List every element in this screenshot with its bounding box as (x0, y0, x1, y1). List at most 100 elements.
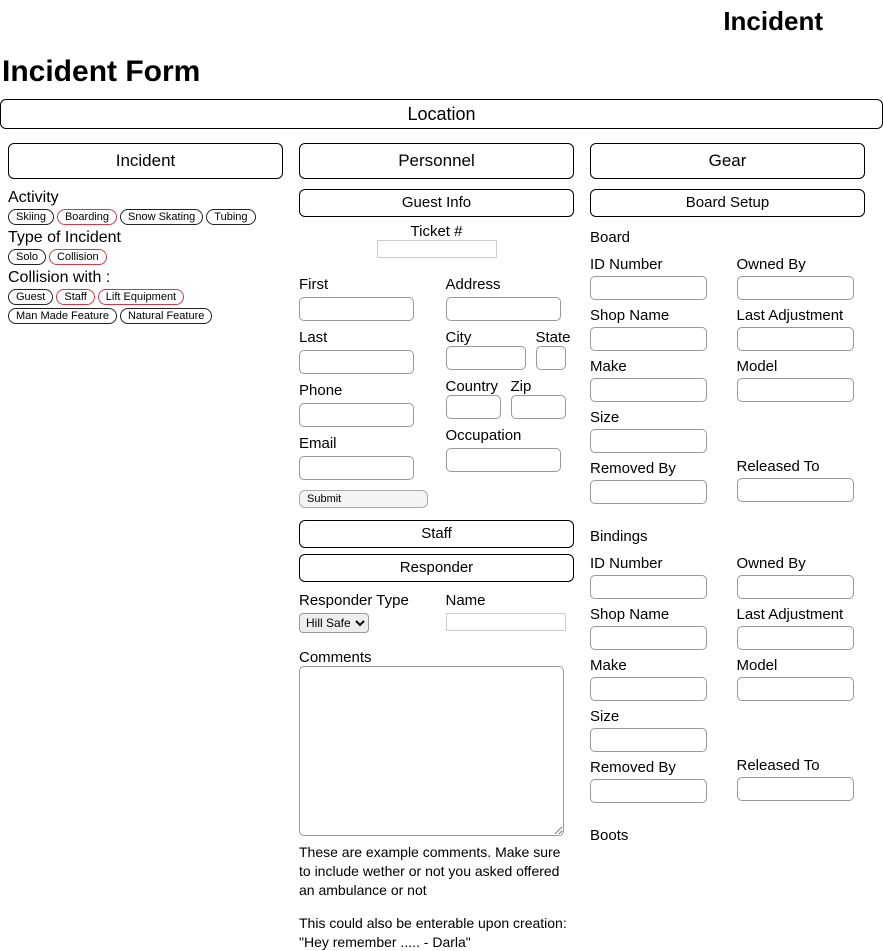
pill-snow-skating[interactable]: Snow Skating (120, 209, 203, 225)
bindings-grid: ID Number Shop Name Make Size Removed By… (590, 551, 865, 803)
board-size-input[interactable] (590, 429, 707, 453)
first-input[interactable] (299, 297, 414, 321)
board-owned-label: Owned By (737, 256, 866, 273)
board-setup-button[interactable]: Board Setup (590, 189, 865, 217)
type-label: Type of Incident (8, 229, 283, 247)
bindings-shop-label: Shop Name (590, 606, 719, 623)
email-label: Email (299, 435, 428, 452)
responder-button[interactable]: Responder (299, 554, 574, 582)
bindings-owned-input[interactable] (737, 575, 854, 599)
phone-label: Phone (299, 382, 428, 399)
city-label: City (446, 329, 526, 346)
location-bar[interactable]: Location (0, 99, 883, 129)
bindings-model-label: Model (737, 657, 866, 674)
board-grid: ID Number Shop Name Make Size Removed By… (590, 252, 865, 504)
collision-label: Collision with : (8, 269, 283, 287)
board-shop-input[interactable] (590, 327, 707, 351)
state-label: State (536, 329, 571, 346)
gear-column: Gear Board Setup Board ID Number Shop Na… (590, 143, 865, 951)
board-model-label: Model (737, 358, 866, 375)
bindings-id-label: ID Number (590, 555, 719, 572)
activity-label: Activity (8, 189, 283, 207)
activity-pills: Skiing Boarding Snow Skating Tubing (8, 209, 283, 225)
last-input[interactable] (299, 350, 414, 374)
zip-input[interactable] (511, 395, 566, 419)
board-id-input[interactable] (590, 276, 707, 300)
phone-input[interactable] (299, 403, 414, 427)
pill-staff[interactable]: Staff (56, 289, 94, 305)
country-input[interactable] (446, 395, 501, 419)
pill-lift-equipment[interactable]: Lift Equipment (98, 289, 184, 305)
boots-title: Boots (590, 827, 865, 844)
board-size-label: Size (590, 409, 719, 426)
board-released-input[interactable] (737, 478, 854, 502)
country-label: Country (446, 378, 501, 395)
responder-name-label: Name (446, 592, 575, 609)
page-title: Incident Form (2, 55, 883, 89)
board-shop-label: Shop Name (590, 307, 719, 324)
pill-collision[interactable]: Collision (49, 249, 107, 265)
bindings-model-input[interactable] (737, 677, 854, 701)
pill-boarding[interactable]: Boarding (57, 209, 117, 225)
bindings-shop-input[interactable] (590, 626, 707, 650)
pill-natural-feature[interactable]: Natural Feature (120, 308, 212, 324)
board-make-input[interactable] (590, 378, 707, 402)
bindings-released-label: Released To (737, 757, 866, 774)
city-input[interactable] (446, 346, 526, 370)
board-released-label: Released To (737, 458, 866, 475)
incident-column: Incident Activity Skiing Boarding Snow S… (8, 143, 283, 951)
board-adj-label: Last Adjustment (737, 307, 866, 324)
bindings-title: Bindings (590, 528, 865, 545)
comments-label: Comments (299, 649, 574, 666)
bindings-id-input[interactable] (590, 575, 707, 599)
bindings-adj-label: Last Adjustment (737, 606, 866, 623)
gear-button[interactable]: Gear (590, 143, 865, 179)
occupation-input[interactable] (446, 448, 561, 472)
personnel-column: Personnel Guest Info Ticket # First Last… (299, 143, 574, 951)
staff-button[interactable]: Staff (299, 520, 574, 548)
comments-note-1: These are example comments. Make sure to… (299, 843, 569, 900)
board-make-label: Make (590, 358, 719, 375)
first-label: First (299, 276, 428, 293)
bindings-size-label: Size (590, 708, 719, 725)
board-removed-input[interactable] (590, 480, 707, 504)
incident-button[interactable]: Incident (8, 143, 283, 179)
pill-guest[interactable]: Guest (8, 289, 53, 305)
bindings-released-input[interactable] (737, 777, 854, 801)
personnel-button[interactable]: Personnel (299, 143, 574, 179)
comments-textarea[interactable] (299, 666, 564, 836)
bindings-owned-label: Owned By (737, 555, 866, 572)
bindings-adj-input[interactable] (737, 626, 854, 650)
collision-pills: Guest Staff Lift Equipment Man Made Feat… (8, 289, 283, 324)
state-input[interactable] (536, 346, 566, 370)
submit-button[interactable]: Submit (299, 490, 428, 508)
board-id-label: ID Number (590, 256, 719, 273)
ticket-label: Ticket # (299, 223, 574, 240)
top-title: Incident (0, 0, 883, 37)
bindings-make-input[interactable] (590, 677, 707, 701)
pill-skiing[interactable]: Skiing (8, 209, 54, 225)
board-adj-input[interactable] (737, 327, 854, 351)
board-model-input[interactable] (737, 378, 854, 402)
occupation-label: Occupation (446, 427, 575, 444)
guest-info-button[interactable]: Guest Info (299, 189, 574, 217)
pill-solo[interactable]: Solo (8, 249, 46, 265)
board-owned-input[interactable] (737, 276, 854, 300)
bindings-removed-input[interactable] (590, 779, 707, 803)
address-label: Address (446, 276, 575, 293)
pill-man-made-feature[interactable]: Man Made Feature (8, 308, 117, 324)
board-title: Board (590, 229, 865, 246)
last-label: Last (299, 329, 428, 346)
bindings-make-label: Make (590, 657, 719, 674)
comments-note-2: This could also be enterable upon creati… (299, 914, 569, 951)
bindings-size-input[interactable] (590, 728, 707, 752)
responder-name-input[interactable] (446, 613, 566, 631)
zip-label: Zip (511, 378, 566, 395)
ticket-input[interactable] (377, 240, 497, 258)
responder-type-select[interactable]: Hill Safety (299, 613, 369, 633)
board-removed-label: Removed By (590, 460, 719, 477)
address-input[interactable] (446, 297, 561, 321)
email-input[interactable] (299, 456, 414, 480)
responder-type-label: Responder Type (299, 592, 428, 609)
pill-tubing[interactable]: Tubing (206, 209, 255, 225)
